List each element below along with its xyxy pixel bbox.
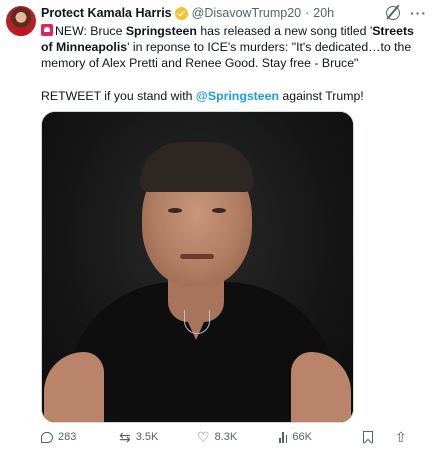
tweet-content: Protect Kamala Harris @DisavowTrump20 · …: [41, 4, 427, 423]
header-actions: ···: [386, 6, 427, 20]
photo-eye-left: [168, 208, 182, 213]
photo-mouth: [180, 254, 214, 259]
tweet-actions: 283 ⇆ 3.5K ♡ 8.3K 66K ⇧: [41, 430, 421, 444]
like-button[interactable]: ♡ 8.3K: [197, 430, 279, 444]
avatar[interactable]: [6, 6, 36, 36]
retweet-icon: ⇆: [119, 429, 131, 445]
text-p2-prefix: RETWEET if you stand with: [41, 89, 196, 103]
grok-icon[interactable]: [386, 6, 400, 20]
reply-button[interactable]: 283: [41, 431, 119, 443]
retweet-count: 3.5K: [135, 431, 159, 443]
reply-icon: [41, 431, 53, 443]
author-name[interactable]: Protect Kamala Harris: [41, 6, 172, 20]
more-options-icon[interactable]: ···: [410, 6, 427, 20]
share-icon[interactable]: ⇧: [395, 430, 407, 444]
photo-hair: [140, 142, 254, 192]
like-count: 8.3K: [214, 431, 238, 443]
heart-icon: ♡: [197, 429, 210, 445]
views-count: 66K: [292, 431, 312, 443]
author-handle[interactable]: @DisavowTrump20: [192, 6, 301, 20]
text-p1-bold1: Springsteen: [125, 24, 197, 38]
tweet-paragraph-2: RETWEET if you stand with @Springsteen a…: [41, 88, 427, 104]
photo-eye-right: [212, 208, 226, 213]
text-p1-prefix: NEW: Bruce: [55, 24, 126, 38]
timestamp[interactable]: 20h: [313, 6, 334, 20]
siren-icon: [41, 24, 53, 36]
tweet-photo[interactable]: [41, 111, 354, 423]
verified-badge-icon: [174, 6, 188, 20]
text-p2-suffix: against Trump!: [278, 89, 364, 103]
views-button[interactable]: 66K: [279, 431, 359, 443]
tweet[interactable]: Protect Kamala Harris @DisavowTrump20 · …: [0, 0, 435, 450]
retweet-button[interactable]: ⇆ 3.5K: [119, 430, 197, 444]
separator-dot: ·: [305, 6, 310, 20]
bookmark-icon[interactable]: [363, 431, 373, 443]
views-icon: [279, 431, 288, 443]
text-p1-mid: has released a new song titled ': [196, 24, 373, 38]
tweet-header: Protect Kamala Harris @DisavowTrump20 · …: [41, 4, 427, 22]
tweet-text: NEW: Bruce Springsteen has released a ne…: [41, 23, 427, 104]
reply-count: 283: [58, 431, 77, 443]
tweet-paragraph-1: NEW: Bruce Springsteen has released a ne…: [41, 23, 427, 71]
mention-link[interactable]: @Springsteen: [196, 89, 279, 103]
